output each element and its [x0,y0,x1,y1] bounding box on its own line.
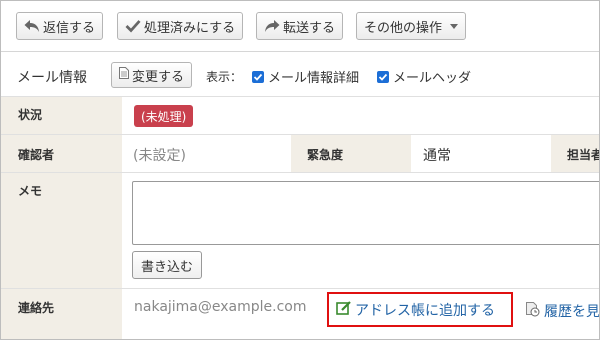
assignee-label: 担当者 [567,148,600,162]
other-actions-dropdown[interactable]: その他の操作 [356,12,467,40]
mark-processed-label: 処理済みにする [144,20,236,36]
write-button[interactable]: 書き込む [132,251,203,279]
urgency-label-cell: 緊急度 [291,135,411,173]
reply-label: 返信する [43,20,96,36]
urgency-label: 緊急度 [307,148,344,162]
mail-info-title: メール情報 [17,70,87,86]
mail-header-label: メールヘッダ [393,71,472,86]
memo-label-cell: メモ [1,173,122,289]
contact-row: 連絡先 nakajima@example.com アドレス帳に追加する 履歴を見 [1,288,600,339]
mail-header-checkbox[interactable]: メールヘッダ [377,67,471,86]
confirmer-label-cell: 確認者 [1,135,122,173]
memo-textarea[interactable] [132,181,599,245]
checkmark-icon [125,19,141,33]
change-label: 変更する [132,69,185,85]
reply-button[interactable]: 返信する [16,12,104,40]
document-icon [119,67,129,83]
memo-row: メモ 書き込む [1,172,599,289]
view-history-link[interactable]: 履歴を見 [525,301,600,321]
history-icon [525,301,541,321]
confirmer-label: 確認者 [18,148,55,162]
checkbox-checked-icon[interactable] [252,70,264,83]
forward-label: 転送する [283,20,336,36]
memo-label: メモ [18,184,43,198]
mail-info-bar: メール情報 変更する 表示： メール情報詳細 メールヘッダ [1,51,599,97]
confirmer-row: 確認者 (未設定) 緊急度 通常 担当者 [1,134,599,173]
checkbox-checked-icon[interactable] [377,70,389,83]
confirmer-value: (未設定) [133,148,186,164]
contact-label: 連絡先 [18,301,55,315]
status-label: 状況 [18,108,43,122]
assignee-label-cell: 担当者 [551,135,600,173]
urgency-value: 通常 [423,148,451,164]
add-to-address-book-link[interactable]: アドレス帳に追加する [327,292,513,327]
reply-icon [24,19,40,33]
contact-email: nakajima@example.com [134,299,307,315]
display-label: 表示： [206,70,243,84]
contact-label-cell: 連絡先 [1,289,122,339]
forward-icon [264,19,280,33]
forward-button[interactable]: 転送する [256,12,344,40]
mail-detail-label: メール情報詳細 [268,71,360,86]
change-button[interactable]: 変更する [111,62,193,88]
edit-icon [336,300,352,320]
other-actions-label: その他の操作 [364,20,443,36]
mail-detail-checkbox[interactable]: メール情報詳細 [252,67,359,86]
chevron-down-icon [450,23,459,29]
status-label-cell: 状況 [1,97,122,135]
status-row: 状況 (未処理) [1,96,599,135]
mail-detail-panel: 返信する 処理済みにする 転送する その他の操作 メール情報 変更する 表示： [0,0,600,340]
mark-processed-button[interactable]: 処理済みにする [117,12,244,40]
view-history-label: 履歴を見 [544,304,600,320]
status-badge: (未処理) [134,105,194,127]
add-to-address-book-label: アドレス帳に追加する [355,302,495,319]
action-toolbar: 返信する 処理済みにする 転送する その他の操作 [1,1,599,51]
